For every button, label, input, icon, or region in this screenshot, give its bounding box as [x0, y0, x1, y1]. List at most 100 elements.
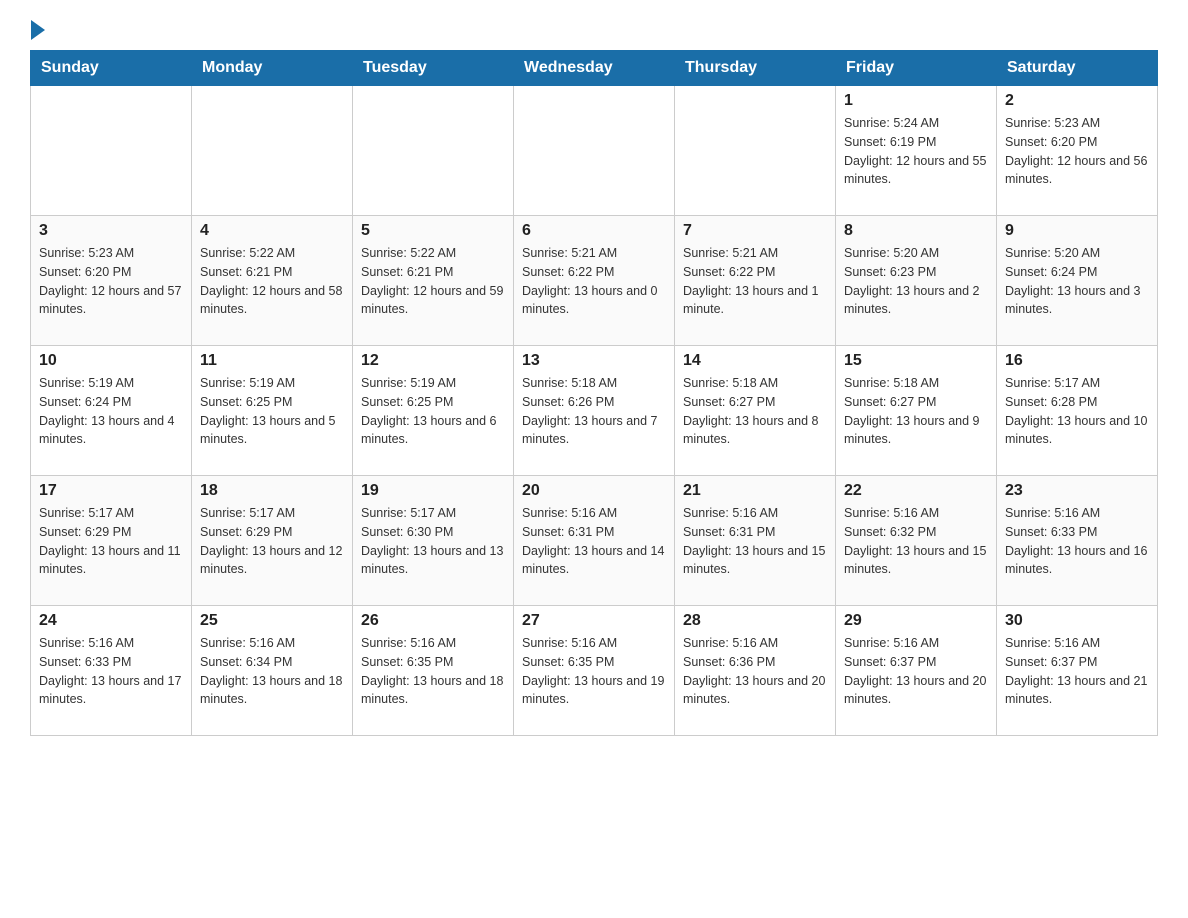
calendar-cell: 8Sunrise: 5:20 AMSunset: 6:23 PMDaylight… — [836, 216, 997, 346]
calendar-cell: 27 Sunrise: 5:16 AMSunset: 6:35 PMDayligh… — [514, 606, 675, 736]
sunrise-text: Sunrise: 5:19 AM — [361, 374, 505, 393]
sunrise-text: Sunrise: 5:23 AM — [39, 244, 183, 263]
sunset-text: Sunset: 6:29 PM — [200, 523, 344, 542]
daylight-text: Daylight: 13 hours and 12 minutes. — [200, 542, 344, 580]
day-number: 29 — [844, 612, 988, 630]
sunset-text: Sunset: 6:33 PM — [39, 653, 183, 672]
day-info: Sunrise: 5:21 AMSunset: 6:22 PMDaylight:… — [522, 244, 666, 319]
daylight-text: Daylight: 13 hours and 20 minutes. — [683, 672, 827, 710]
day-info: Sunrise: 5:21 AMSunset: 6:22 PMDaylight:… — [683, 244, 827, 319]
sunrise-text: Sunrise: 5:17 AM — [200, 504, 344, 523]
sunset-text: Sunset: 6:22 PM — [683, 263, 827, 282]
day-number: 30 — [1005, 612, 1149, 630]
day-number: 17 — [39, 482, 183, 500]
daylight-text: Daylight: 13 hours and 16 minutes. — [1005, 542, 1149, 580]
sunrise-text: Sunrise: 5:16 AM — [844, 504, 988, 523]
daylight-text: Daylight: 13 hours and 20 minutes. — [844, 672, 988, 710]
calendar-cell: 23Sunrise: 5:16 AMSunset: 6:33 PMDayligh… — [997, 476, 1158, 606]
calendar-cell — [675, 86, 836, 216]
sunrise-text: Sunrise: 5:17 AM — [1005, 374, 1149, 393]
daylight-text: Daylight: 13 hours and 1 minute. — [683, 282, 827, 320]
daylight-text: Daylight: 12 hours and 57 minutes. — [39, 282, 183, 320]
daylight-text: Daylight: 13 hours and 14 minutes. — [522, 542, 666, 580]
calendar-cell: 4Sunrise: 5:22 AMSunset: 6:21 PMDaylight… — [192, 216, 353, 346]
day-number: 26 — [361, 612, 505, 630]
day-info: Sunrise: 5:22 AMSunset: 6:21 PMDaylight:… — [361, 244, 505, 319]
sunrise-text: Sunrise: 5:17 AM — [361, 504, 505, 523]
calendar-cell: 24 Sunrise: 5:16 AMSunset: 6:33 PMDayligh… — [31, 606, 192, 736]
day-number: 10 — [39, 352, 183, 370]
sunset-text: Sunset: 6:27 PM — [683, 393, 827, 412]
calendar-table: SundayMondayTuesdayWednesdayThursdayFrid… — [30, 50, 1158, 736]
calendar-week-row: 17Sunrise: 5:17 AMSunset: 6:29 PMDayligh… — [31, 476, 1158, 606]
calendar-week-row: 24Sunrise: 5:16 AMSunset: 6:33 PMDayligh… — [31, 606, 1158, 736]
day-info: Sunrise: 5:20 AMSunset: 6:24 PMDaylight:… — [1005, 244, 1149, 319]
sunset-text: Sunset: 6:25 PM — [361, 393, 505, 412]
sunset-text: Sunset: 6:37 PM — [844, 653, 988, 672]
calendar-cell: 28 Sunrise: 5:16 AMSunset: 6:36 PMDayligh… — [675, 606, 836, 736]
sunrise-text: Sunrise: 5:16 AM — [200, 634, 344, 653]
sunrise-text: Sunrise: 5:18 AM — [683, 374, 827, 393]
day-number: 27 — [522, 612, 666, 630]
daylight-text: Daylight: 13 hours and 6 minutes. — [361, 412, 505, 450]
sunrise-text: Sunrise: 5:17 AM — [39, 504, 183, 523]
daylight-text: Daylight: 13 hours and 9 minutes. — [844, 412, 988, 450]
daylight-text: Daylight: 13 hours and 3 minutes. — [1005, 282, 1149, 320]
daylight-text: Daylight: 13 hours and 4 minutes. — [39, 412, 183, 450]
sunrise-text: Sunrise: 5:21 AM — [683, 244, 827, 263]
calendar-week-row: 1Sunrise: 5:24 AMSunset: 6:19 PMDaylight… — [31, 86, 1158, 216]
sunrise-text: Sunrise: 5:23 AM — [1005, 114, 1149, 133]
page-header — [30, 20, 1158, 40]
day-info: Sunrise: 5:16 AMSunset: 6:33 PMDaylight:… — [39, 634, 183, 709]
daylight-text: Daylight: 13 hours and 18 minutes. — [361, 672, 505, 710]
day-number: 28 — [683, 612, 827, 630]
day-info: Sunrise: 5:17 AMSunset: 6:28 PMDaylight:… — [1005, 374, 1149, 449]
day-info: Sunrise: 5:16 AMSunset: 6:34 PMDaylight:… — [200, 634, 344, 709]
daylight-text: Daylight: 13 hours and 15 minutes. — [844, 542, 988, 580]
day-info: Sunrise: 5:17 AMSunset: 6:29 PMDaylight:… — [39, 504, 183, 579]
sunset-text: Sunset: 6:37 PM — [1005, 653, 1149, 672]
sunset-text: Sunset: 6:19 PM — [844, 133, 988, 152]
day-info: Sunrise: 5:19 AMSunset: 6:25 PMDaylight:… — [200, 374, 344, 449]
day-info: Sunrise: 5:16 AMSunset: 6:31 PMDaylight:… — [683, 504, 827, 579]
sunset-text: Sunset: 6:22 PM — [522, 263, 666, 282]
day-info: Sunrise: 5:23 AMSunset: 6:20 PMDaylight:… — [1005, 114, 1149, 189]
calendar-cell: 9 Sunrise: 5:20 AMSunset: 6:24 PMDaylight… — [997, 216, 1158, 346]
calendar-cell: 13Sunrise: 5:18 AMSunset: 6:26 PMDayligh… — [514, 346, 675, 476]
daylight-text: Daylight: 13 hours and 19 minutes. — [522, 672, 666, 710]
day-number: 21 — [683, 482, 827, 500]
daylight-text: Daylight: 12 hours and 55 minutes. — [844, 152, 988, 190]
day-number: 4 — [200, 222, 344, 240]
calendar-week-row: 10Sunrise: 5:19 AMSunset: 6:24 PMDayligh… — [31, 346, 1158, 476]
day-number: 1 — [844, 92, 988, 110]
sunrise-text: Sunrise: 5:16 AM — [39, 634, 183, 653]
day-info: Sunrise: 5:16 AMSunset: 6:36 PMDaylight:… — [683, 634, 827, 709]
weekday-header-friday: Friday — [836, 51, 997, 86]
calendar-cell: 6Sunrise: 5:21 AMSunset: 6:22 PMDaylight… — [514, 216, 675, 346]
sunset-text: Sunset: 6:25 PM — [200, 393, 344, 412]
sunset-text: Sunset: 6:33 PM — [1005, 523, 1149, 542]
weekday-header-thursday: Thursday — [675, 51, 836, 86]
day-info: Sunrise: 5:16 AMSunset: 6:37 PMDaylight:… — [1005, 634, 1149, 709]
day-number: 11 — [200, 352, 344, 370]
sunset-text: Sunset: 6:27 PM — [844, 393, 988, 412]
day-info: Sunrise: 5:23 AMSunset: 6:20 PMDaylight:… — [39, 244, 183, 319]
day-number: 8 — [844, 222, 988, 240]
day-info: Sunrise: 5:16 AMSunset: 6:35 PMDaylight:… — [361, 634, 505, 709]
sunrise-text: Sunrise: 5:16 AM — [522, 634, 666, 653]
sunset-text: Sunset: 6:36 PM — [683, 653, 827, 672]
daylight-text: Daylight: 13 hours and 7 minutes. — [522, 412, 666, 450]
sunset-text: Sunset: 6:35 PM — [522, 653, 666, 672]
calendar-cell: 7Sunrise: 5:21 AMSunset: 6:22 PMDaylight… — [675, 216, 836, 346]
day-info: Sunrise: 5:17 AMSunset: 6:29 PMDaylight:… — [200, 504, 344, 579]
day-number: 24 — [39, 612, 183, 630]
calendar-cell: 1Sunrise: 5:24 AMSunset: 6:19 PMDaylight… — [836, 86, 997, 216]
day-number: 9 — [1005, 222, 1149, 240]
daylight-text: Daylight: 13 hours and 11 minutes. — [39, 542, 183, 580]
day-info: Sunrise: 5:18 AMSunset: 6:27 PMDaylight:… — [683, 374, 827, 449]
calendar-cell: 14Sunrise: 5:18 AMSunset: 6:27 PMDayligh… — [675, 346, 836, 476]
calendar-cell: 16Sunrise: 5:17 AMSunset: 6:28 PMDayligh… — [997, 346, 1158, 476]
calendar-cell — [31, 86, 192, 216]
day-info: Sunrise: 5:19 AMSunset: 6:25 PMDaylight:… — [361, 374, 505, 449]
day-number: 18 — [200, 482, 344, 500]
